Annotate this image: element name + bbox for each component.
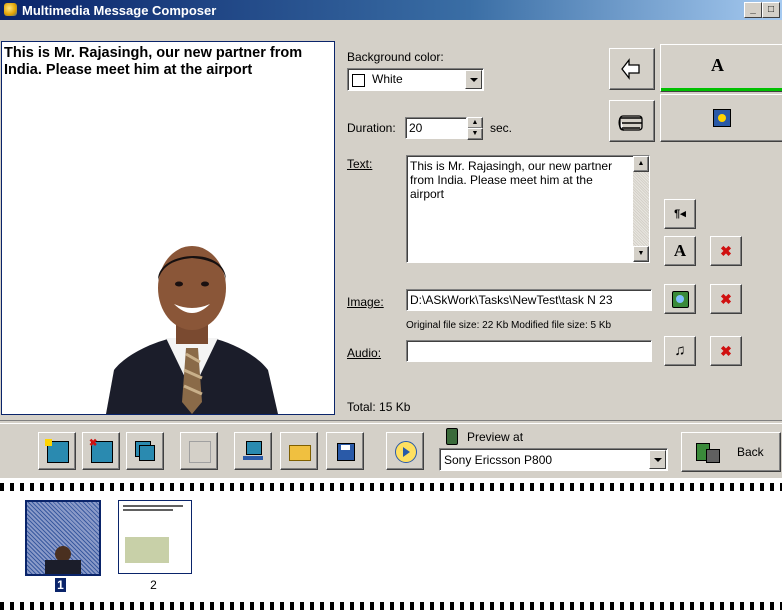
separator (0, 420, 782, 424)
paragraph-icon: ¶◂ (674, 208, 686, 220)
color-swatch (352, 74, 365, 87)
close-icon: ✖ (720, 343, 732, 359)
slide-thumbnail-1[interactable] (25, 500, 101, 576)
hand-button[interactable] (609, 100, 655, 142)
thumbnail-map (125, 537, 169, 563)
duplicate-slide-icon (135, 441, 155, 461)
text-area[interactable]: This is Mr. Rajasingh, our new partner f… (406, 155, 650, 263)
font-icon: A (711, 55, 724, 75)
device-value: Sony Ericsson P800 (444, 453, 553, 467)
slide-strip-icon (189, 441, 211, 463)
folder-icon (289, 441, 311, 461)
film-edge-bottom (0, 602, 782, 610)
image-path-value: D:\ASkWork\Tasks\NewTest\task N 23 (410, 293, 613, 307)
font-button[interactable]: A (664, 236, 696, 266)
person-photo (106, 246, 278, 414)
slide-number-2: 2 (150, 578, 157, 592)
delete-slide-button[interactable]: ✖ (82, 432, 120, 470)
text-label: Text: (347, 157, 373, 171)
back-label: Back (737, 445, 764, 459)
duration-input[interactable]: 20 (405, 117, 467, 139)
duration-unit: sec. (490, 121, 513, 135)
delete-text-button[interactable]: ✖ (710, 236, 742, 266)
play-button[interactable] (386, 432, 424, 470)
text-scrollbar[interactable]: ▲ ▼ (633, 156, 649, 262)
background-color-label: Background color: (347, 50, 444, 64)
back-icon (696, 441, 720, 463)
save-icon (335, 441, 355, 461)
chevron-down-icon[interactable] (649, 450, 666, 469)
background-color-select[interactable]: White (347, 68, 484, 91)
move-slide-icon (243, 441, 263, 461)
scroll-down-icon[interactable]: ▼ (633, 246, 649, 262)
duplicate-slide-button[interactable] (126, 432, 164, 470)
audio-label: Audio: (347, 346, 382, 360)
device-select[interactable]: Sony Ericsson P800 (439, 448, 668, 471)
music-note-icon: ♫ (674, 342, 686, 359)
image-label: Image: (347, 295, 384, 309)
close-icon: ✖ (720, 291, 732, 307)
image-path-input[interactable]: D:\ASkWork\Tasks\NewTest\task N 23 (406, 289, 652, 311)
app-icon (4, 3, 17, 16)
text-mode-tab[interactable]: A (660, 44, 782, 92)
move-slide-button[interactable] (234, 432, 272, 470)
slide-number-1: 1 (55, 578, 66, 592)
text-direction-button[interactable]: ¶◂ (664, 199, 696, 229)
hand-icon (618, 115, 643, 131)
duration-value: 20 (409, 121, 423, 135)
image-mode-tab[interactable] (660, 94, 782, 142)
font-icon: A (673, 241, 687, 260)
back-button[interactable]: Back (681, 432, 781, 472)
text-area-value: This is Mr. Rajasingh, our new partner f… (410, 159, 613, 201)
window-title: Multimedia Message Composer (22, 3, 217, 18)
slide-preview: This is Mr. Rajasingh, our new partner f… (1, 41, 335, 415)
disabled-slide-button[interactable] (180, 432, 218, 470)
slide-thumbnail-2[interactable] (118, 500, 192, 574)
open-button[interactable] (280, 432, 318, 470)
chevron-down-icon[interactable] (465, 70, 482, 89)
duration-label: Duration: (347, 121, 396, 135)
browse-image-icon (665, 285, 695, 313)
preview-at-label: Preview at (467, 430, 524, 444)
delete-image-button[interactable]: ✖ (710, 284, 742, 314)
preview-text: This is Mr. Rajasingh, our new partner f… (4, 45, 303, 78)
audio-path-input[interactable] (406, 340, 652, 362)
browse-image-button[interactable] (664, 284, 696, 314)
scroll-up-icon[interactable]: ▲ (633, 156, 649, 172)
file-size-info: Original file size: 22 Kb Modified file … (406, 320, 612, 331)
rotate-icon (621, 58, 640, 80)
minimize-button[interactable]: _ (744, 2, 762, 18)
add-slide-button[interactable] (38, 432, 76, 470)
add-slide-icon (45, 439, 69, 463)
maximize-button[interactable]: □ (762, 2, 780, 18)
close-icon: ✖ (720, 243, 732, 259)
rotate-button[interactable] (609, 48, 655, 90)
image-icon (713, 109, 731, 127)
title-bar: Multimedia Message Composer _ □ (0, 0, 782, 20)
browse-audio-button[interactable]: ♫ (664, 336, 696, 366)
save-button[interactable] (326, 432, 364, 470)
phone-icon (443, 428, 459, 445)
play-icon (395, 441, 417, 463)
active-indicator (661, 88, 782, 91)
delete-slide-icon: ✖ (89, 438, 113, 463)
delete-audio-button[interactable]: ✖ (710, 336, 742, 366)
total-size: Total: 15 Kb (347, 400, 411, 414)
spin-down-icon[interactable]: ▼ (467, 128, 483, 140)
background-color-value: White (372, 72, 403, 86)
film-edge-top (0, 483, 782, 491)
